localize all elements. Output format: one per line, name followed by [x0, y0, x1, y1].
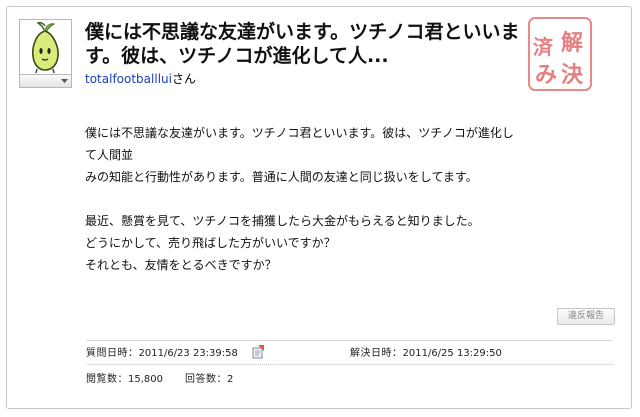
report-button[interactable]: 違反報告: [557, 308, 615, 325]
avatar-image: [32, 21, 59, 74]
body-line: 最近、懸賞を見て、ツチノコを捕獲したら大金がもらえると知りました。: [85, 214, 480, 228]
resolved-label: 解決日時：: [350, 348, 403, 359]
view-count: 閲覧数：15,800: [86, 373, 163, 386]
asker-line: totalfootballluiさん: [85, 72, 196, 86]
body-line: どうにかして、売り飛ばした方がいいですか？: [85, 236, 336, 250]
question-title: 僕には不思議な友達がいます。ツチノコ君といいます。彼は、ツチノコが進化して人..…: [85, 21, 520, 67]
stamp-char: み: [535, 63, 557, 88]
divider: [86, 364, 613, 365]
resolved-stamp: 解 済 み 決: [528, 17, 592, 91]
divider: [86, 340, 613, 341]
asked-date: 質問日時：2011/6/23 23:39:58: [86, 347, 238, 360]
body-line: みの知能と行動性があります。普通に人間の友達と同じ扱いをしてます。: [85, 170, 478, 184]
body-line: それとも、友情をとるべきですか？: [85, 258, 277, 272]
feed-icon[interactable]: [252, 345, 265, 359]
stamp-char: 解: [561, 30, 583, 56]
asked-label: 質問日時：: [86, 348, 139, 359]
answer-count: 回答数：2: [185, 373, 233, 386]
avatar-dropdown[interactable]: [20, 74, 71, 87]
stamp-char: 決: [561, 63, 584, 88]
question-body: 僕には不思議な友達がいます。ツチノコ君といいます。彼は、ツチノコが進化して人間並…: [85, 122, 525, 276]
resolved-value: 2011/6/25 13:29:50: [402, 348, 502, 359]
asker-suffix: さん: [171, 72, 196, 86]
answers-label: 回答数：: [185, 374, 227, 385]
resolved-date: 解決日時：2011/6/25 13:29:50: [350, 347, 502, 360]
views-value: 15,800: [128, 374, 163, 385]
asker-link[interactable]: totalfootballlui: [85, 72, 172, 86]
triangle-down-icon: [61, 79, 68, 83]
stamp-char: 済: [533, 35, 554, 59]
views-label: 閲覧数：: [86, 374, 128, 385]
body-line: [85, 188, 525, 210]
answers-value: 2: [227, 374, 234, 385]
avatar[interactable]: [19, 19, 72, 88]
asked-value: 2011/6/23 23:39:58: [138, 348, 238, 359]
body-line: 僕には不思議な友達がいます。ツチノコ君といいます。彼は、ツチノコが進化して人間並: [85, 126, 514, 162]
